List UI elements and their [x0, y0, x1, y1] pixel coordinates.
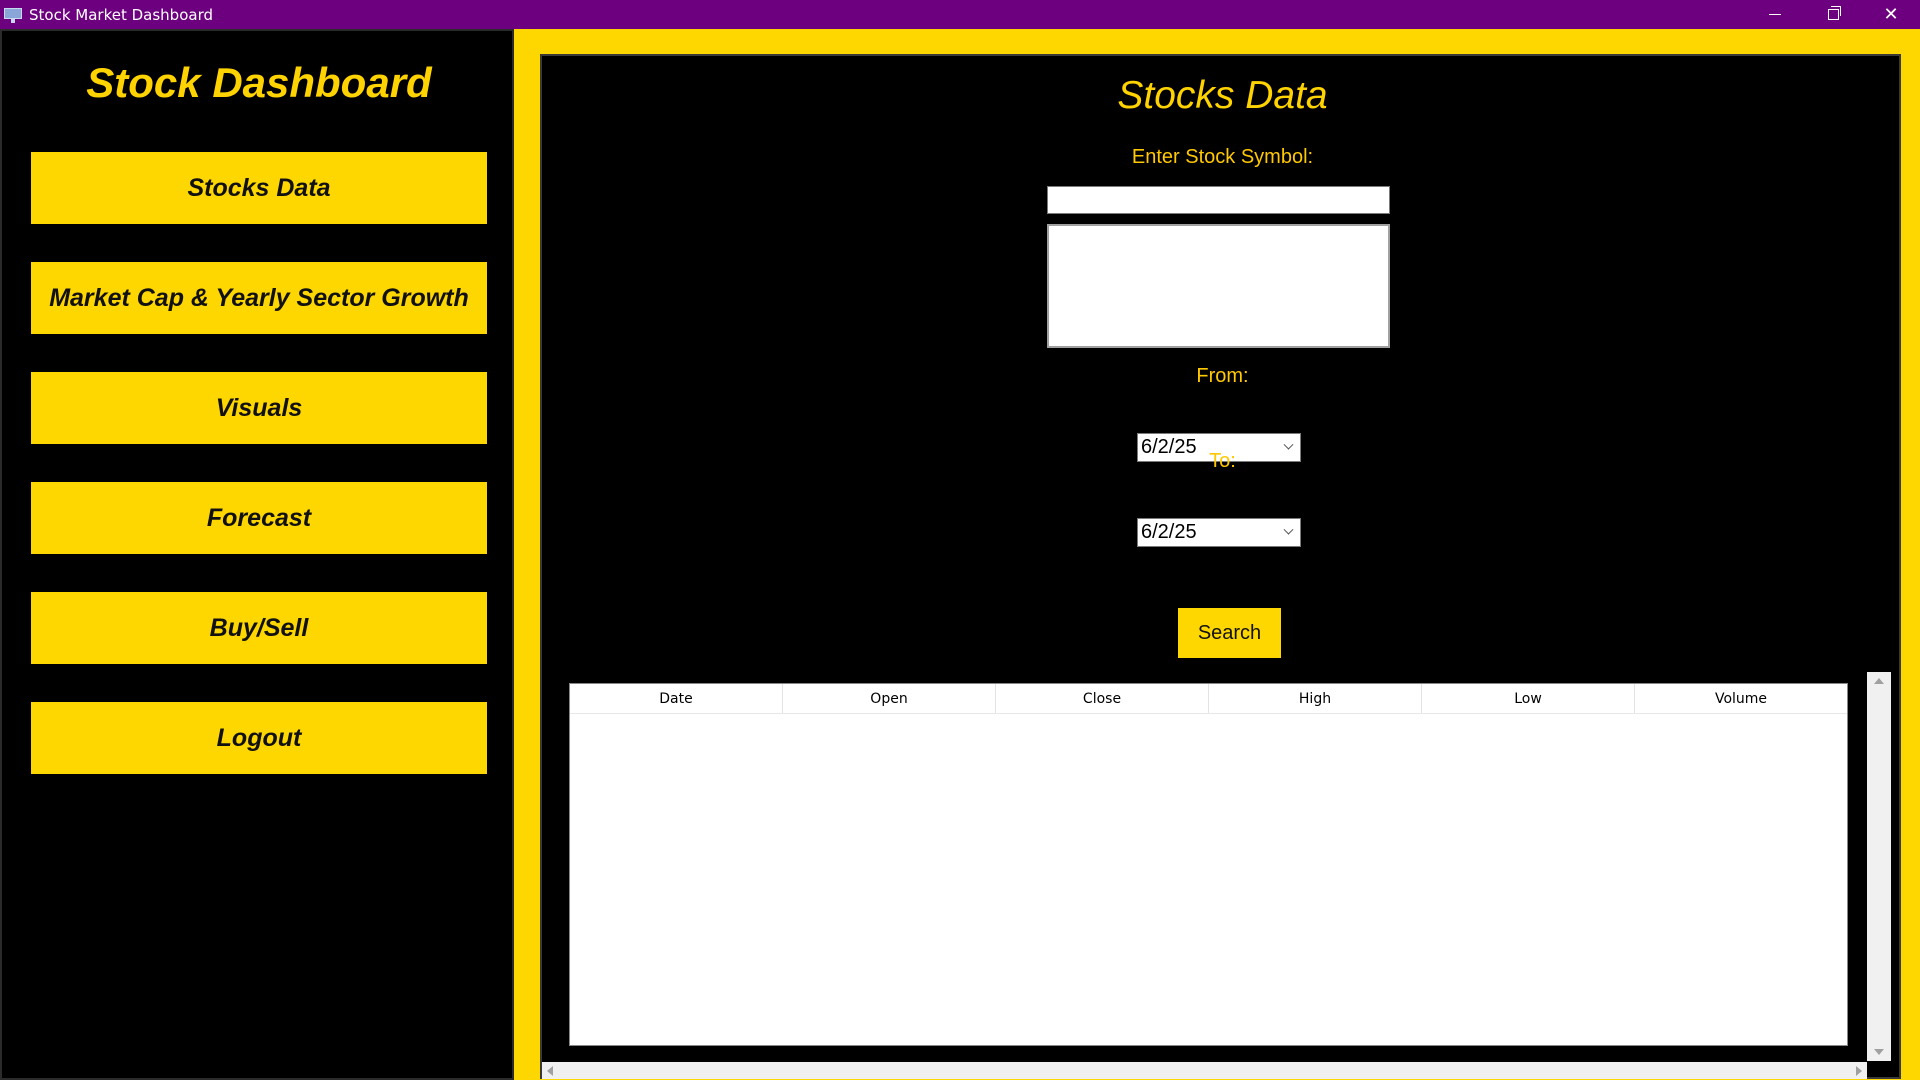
stock-data-table[interactable]: Date Open Close High Low Volume [569, 683, 1848, 1046]
close-icon: ✕ [1883, 4, 1899, 25]
main-frame: Stocks Data Enter Stock Symbol: From: 6/… [514, 29, 1920, 1080]
from-label: From: [1196, 365, 1249, 387]
nav-stocks-data-button[interactable]: Stocks Data [31, 152, 487, 224]
scroll-down-icon[interactable] [1874, 1049, 1884, 1055]
minimize-button[interactable] [1746, 0, 1804, 29]
column-header-low[interactable]: Low [1422, 684, 1635, 713]
window-titlebar: Stock Market Dashboard ✕ [0, 0, 1920, 29]
nav-logout-button[interactable]: Logout [31, 702, 487, 774]
to-date-value: 6/2/25 [1141, 521, 1197, 543]
column-header-open[interactable]: Open [783, 684, 996, 713]
vertical-scrollbar[interactable] [1867, 672, 1891, 1061]
scroll-up-icon[interactable] [1874, 678, 1884, 684]
app-monitor-icon [4, 7, 22, 23]
symbol-label: Enter Stock Symbol: [1131, 146, 1314, 168]
main-panel: Stocks Data Enter Stock Symbol: From: 6/… [540, 54, 1901, 1079]
minimize-icon [1769, 14, 1781, 15]
scroll-left-icon[interactable] [547, 1066, 553, 1076]
scroll-right-icon[interactable] [1856, 1066, 1862, 1076]
to-label: To: [1209, 450, 1236, 472]
page-title: Stocks Data [1117, 74, 1328, 117]
close-button[interactable]: ✕ [1862, 0, 1920, 29]
restore-icon [1827, 6, 1841, 20]
column-header-close[interactable]: Close [996, 684, 1209, 713]
horizontal-scrollbar[interactable] [542, 1062, 1867, 1079]
column-header-date[interactable]: Date [570, 684, 783, 713]
chevron-down-icon[interactable] [1278, 523, 1298, 543]
to-date-picker[interactable]: 6/2/25 [1137, 518, 1301, 547]
search-button[interactable]: Search [1178, 608, 1281, 658]
symbol-suggestions-list[interactable] [1047, 224, 1390, 348]
column-header-volume[interactable]: Volume [1635, 684, 1847, 713]
sidebar: Stock Dashboard Stocks Data Market Cap &… [0, 29, 514, 1080]
window-controls: ✕ [1746, 0, 1920, 29]
column-header-high[interactable]: High [1209, 684, 1422, 713]
window-title: Stock Market Dashboard [29, 5, 213, 24]
nav-forecast-button[interactable]: Forecast [31, 482, 487, 554]
restore-button[interactable] [1804, 0, 1862, 29]
table-header: Date Open Close High Low Volume [570, 684, 1847, 714]
nav-market-cap-button[interactable]: Market Cap & Yearly Sector Growth [31, 262, 487, 334]
sidebar-title: Stock Dashboard [86, 59, 432, 106]
nav-visuals-button[interactable]: Visuals [31, 372, 487, 444]
nav-buy-sell-button[interactable]: Buy/Sell [31, 592, 487, 664]
symbol-input[interactable] [1047, 186, 1390, 214]
